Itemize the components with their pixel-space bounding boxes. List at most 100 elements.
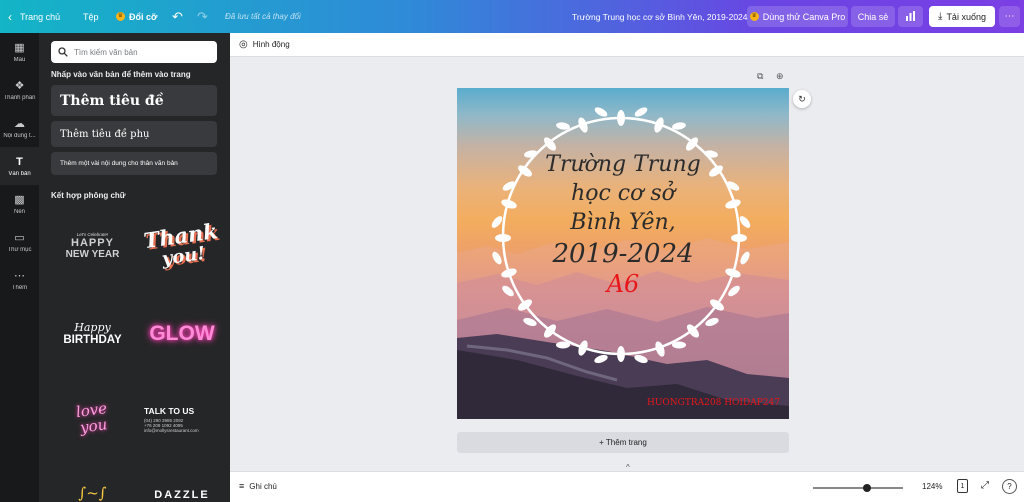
add-page-icon[interactable]: ⊕ [776, 71, 784, 82]
resize-button[interactable]: ♛ Đổi cỡ [116, 0, 157, 33]
rail-item-templates[interactable]: ▦ Mẫu [0, 33, 39, 71]
rail-label: Thành phần [3, 94, 36, 101]
redo-button[interactable]: ↷ [197, 0, 208, 33]
undo-button[interactable]: ↶ [172, 0, 183, 33]
combo-text: info@mollysrestaurant.com [144, 428, 199, 433]
redo-icon: ↷ [197, 8, 208, 24]
rail-item-more[interactable]: ⋯ Thêm [0, 261, 39, 299]
font-combo-glow[interactable]: GLOW [142, 301, 222, 366]
more-icon: ⋯ [1004, 11, 1015, 22]
rail-item-elements[interactable]: ❖ Thành phần [0, 71, 39, 109]
save-status: Đã lưu tất cả thay đổi [225, 12, 301, 21]
context-toolbar: ◎ Hình động [230, 33, 1024, 57]
fullscreen-icon[interactable]: ⤢ [981, 480, 989, 491]
crown-icon: ♛ [749, 12, 759, 21]
combo-text: TALK TO US [144, 406, 195, 416]
zoom-slider-thumb[interactable] [863, 484, 871, 492]
bar-chart-icon [905, 10, 916, 23]
add-subheading-button[interactable]: Thêm tiêu đề phụ [51, 121, 217, 147]
font-combo-talk-to-us[interactable]: TALK TO US (04) 290 3985 2092 +76 209 10… [144, 397, 224, 442]
page-credit-text[interactable]: HUONGTRA208 HOIDAP247 [647, 398, 780, 408]
combo-text: NEW YEAR [65, 248, 120, 260]
background-icon: ▩ [14, 193, 25, 206]
more-options-button[interactable]: ⋯ [999, 6, 1020, 27]
home-button[interactable]: ‹ Trang chủ [8, 0, 60, 33]
help-button[interactable]: ? [1002, 479, 1017, 494]
animate-label: Hình động [252, 40, 290, 49]
rail-item-folders[interactable]: ▭ Thư mục [0, 223, 39, 261]
text-panel: Tìm kiếm văn bản Nhấp vào văn bản để thê… [39, 33, 230, 502]
file-menu-button[interactable]: Tệp [83, 0, 99, 33]
search-icon [58, 47, 68, 57]
file-label: Tệp [83, 11, 99, 22]
combo-text: BIRTHDAY [63, 334, 122, 346]
combo-text: GLOW [149, 321, 215, 345]
combo-text: DAZZLE [154, 489, 210, 501]
chevron-left-icon: ‹ [8, 9, 12, 24]
rail-label: Nền [13, 208, 25, 215]
rail-label: Thư mục [7, 246, 32, 253]
insights-button[interactable] [898, 6, 923, 27]
rail-item-background[interactable]: ▩ Nền [0, 185, 39, 223]
more-icon: ⋯ [14, 269, 25, 282]
folder-icon: ▭ [14, 231, 25, 244]
add-body-text-button[interactable]: Thêm một vài nội dung cho thân văn bản [51, 152, 217, 175]
font-combo-happy-new-year[interactable]: Let's Celebrate! HAPPY NEW YEAR [51, 213, 134, 278]
page-text-class[interactable]: A6 [457, 270, 789, 298]
page-text-line-4[interactable]: 2019-2024 [457, 239, 789, 269]
crown-icon: ♛ [116, 12, 125, 21]
add-heading-button[interactable]: Thêm tiêu đề [51, 85, 217, 116]
search-input[interactable]: Tìm kiếm văn bản [74, 48, 138, 57]
rail-item-text[interactable]: T Văn bản [0, 147, 39, 185]
font-combo-dazzle[interactable]: DAZZLE [142, 488, 222, 502]
download-icon: ⤓ [938, 11, 943, 22]
template-icon: ▦ [14, 41, 25, 54]
notes-label: Ghi chú [249, 481, 277, 491]
add-text-hint: Nhấp vào văn bản để thêm vào trang [51, 70, 191, 79]
rail-label: Nội dung t... [3, 132, 36, 139]
rail-item-uploads[interactable]: ☁ Nội dung t... [0, 109, 39, 147]
add-page-button[interactable]: + Thêm trang [457, 432, 789, 453]
try-pro-button[interactable]: ♛ Dùng thử Canva Pro [747, 6, 848, 27]
sparkle-swash-icon: ∫~∫ [78, 484, 107, 502]
share-button[interactable]: Chia sẻ [851, 6, 895, 27]
text-icon: T [16, 155, 23, 168]
font-combo-sparkle[interactable]: ∫~∫ [51, 485, 134, 502]
undo-icon: ↶ [172, 8, 183, 24]
refresh-comment-button[interactable]: ↻ [793, 90, 811, 108]
notes-button[interactable]: ≡ Ghi chú [239, 481, 277, 491]
design-page[interactable]: Trường Trung học cơ sở Bình Yên, 2019-20… [457, 88, 789, 419]
font-combos-heading: Kết hợp phông chữ [51, 191, 126, 200]
font-combo-thank-you[interactable]: Thank you! [138, 208, 226, 284]
zoom-slider[interactable] [813, 484, 903, 492]
bottom-toolbar: ≡ Ghi chú 124% 1 ⤢ ? [230, 471, 1024, 502]
combo-text: Happy [74, 321, 111, 334]
zoom-level[interactable]: 124% [922, 482, 942, 491]
refresh-icon: ↻ [798, 93, 806, 104]
help-icon: ? [1007, 482, 1012, 491]
download-label: Tải xuống [946, 11, 986, 22]
duplicate-page-icon[interactable]: ⧉ [757, 71, 763, 82]
rail-label: Mẫu [13, 56, 26, 63]
design-title[interactable]: Trường Trung học cơ sở Bình Yên, 2019-20… [572, 0, 748, 33]
rail-label: Văn bản [8, 170, 31, 177]
combo-text: you! [160, 242, 207, 270]
elements-icon: ❖ [14, 79, 25, 92]
combo-text: you [78, 414, 109, 437]
download-button[interactable]: ⤓ Tải xuống [929, 6, 995, 27]
page-count-button[interactable]: 1 [957, 479, 968, 493]
top-toolbar: ‹ Trang chủ Tệp ♛ Đổi cỡ ↶ ↷ Đã lưu tất … [0, 0, 1024, 33]
combo-text: HAPPY [71, 236, 114, 249]
font-combo-love-you[interactable]: love you [47, 380, 138, 456]
font-combo-happy-birthday[interactable]: Happy BIRTHDAY [51, 301, 134, 366]
animate-button[interactable]: ◎ Hình động [239, 39, 290, 50]
page-text-line-1[interactable]: Trường Trung [457, 152, 789, 177]
page-text-line-2[interactable]: học cơ sở [457, 181, 789, 206]
search-box[interactable]: Tìm kiếm văn bản [51, 41, 217, 63]
resize-label: Đổi cỡ [129, 11, 158, 22]
animate-icon: ◎ [239, 39, 248, 50]
home-label: Trang chủ [20, 11, 61, 22]
editor-area: ◎ Hình động ⧉ ⊕ Trường Trung học cơ sở B… [230, 33, 1024, 502]
page-text-line-3[interactable]: Bình Yên, [457, 210, 789, 235]
try-pro-label: Dùng thử Canva Pro [762, 11, 846, 22]
